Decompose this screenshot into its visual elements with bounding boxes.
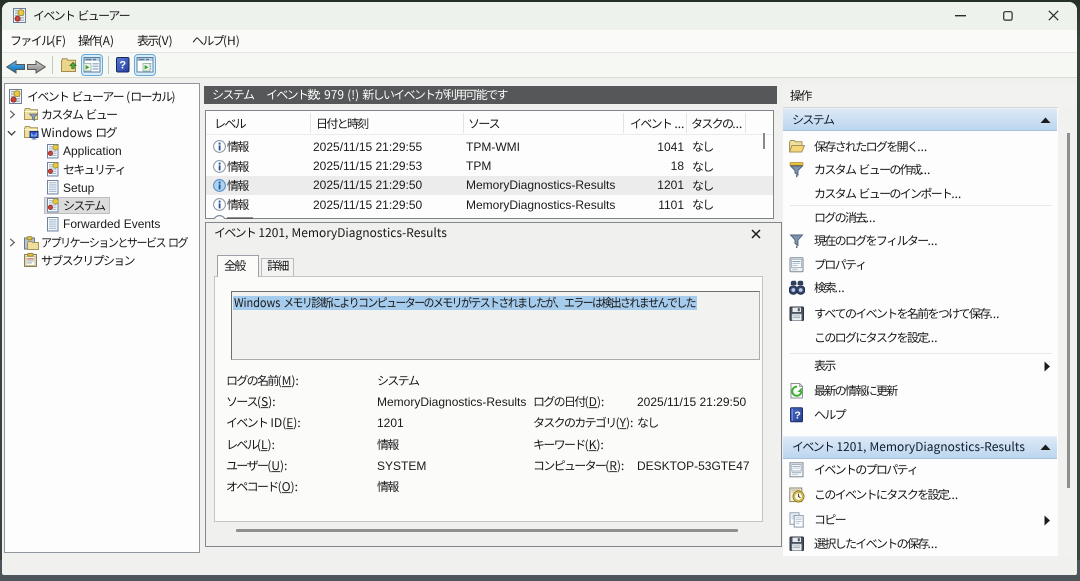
svg-text:?: ? [119,60,126,72]
svg-text:?: ? [794,410,800,422]
